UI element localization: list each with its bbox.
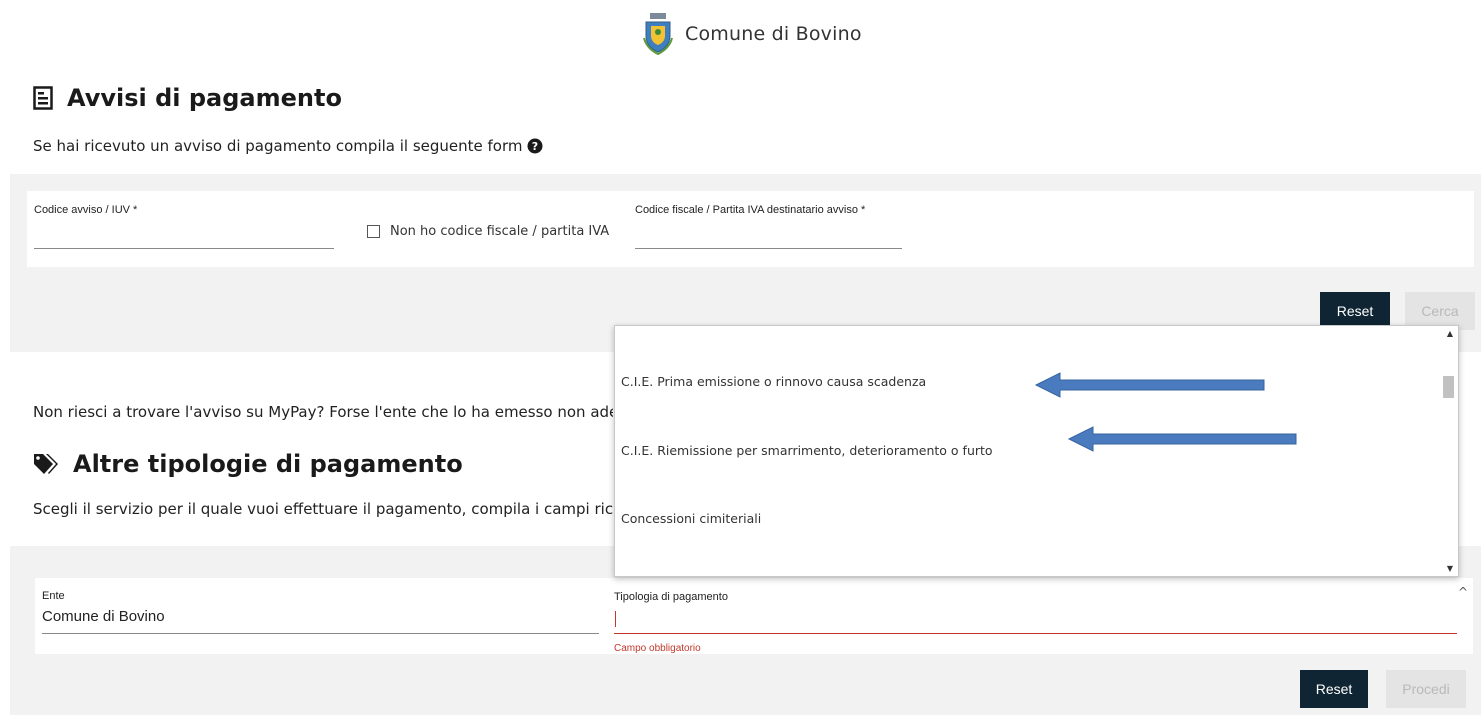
altre-description: Scegli il servizio per il quale vuoi eff…: [33, 500, 613, 518]
svg-text:?: ?: [531, 140, 537, 153]
avvisi-description-text: Se hai ricevuto un avviso di pagamento c…: [33, 137, 523, 155]
scroll-up-arrow-icon[interactable]: ▲: [1447, 329, 1453, 338]
coat-of-arms-icon: [643, 13, 673, 56]
required-error: Campo obbligatorio: [614, 643, 701, 654]
chevron-up-icon[interactable]: ^: [1458, 585, 1468, 599]
ente-select[interactable]: Comune di Bovino: [42, 606, 599, 634]
altre-reset-button[interactable]: Reset: [1300, 670, 1368, 708]
header-brand: Comune di Bovino: [641, 12, 862, 56]
proceed-button[interactable]: Procedi: [1386, 670, 1466, 708]
document-icon: [33, 86, 53, 110]
no-cf-checkbox[interactable]: [367, 225, 380, 238]
tipologia-select[interactable]: [614, 608, 1457, 634]
no-cf-label: Non ho codice fiscale / partita IVA: [390, 224, 610, 239]
iuv-input[interactable]: [34, 226, 334, 249]
dropdown-scrollbar[interactable]: ▲ ▼: [1440, 326, 1458, 576]
altre-title-text: Altre tipologie di pagamento: [73, 450, 463, 478]
text-cursor: [615, 611, 616, 627]
ente-label: Ente: [42, 590, 65, 602]
altre-title: Altre tipologie di pagamento: [33, 450, 463, 478]
dropdown-option[interactable]: C.I.E. Prima emissione o rinnovo causa s…: [621, 374, 926, 389]
annotation-arrow-icon: [1034, 372, 1265, 398]
tipologia-label: Tipologia di pagamento: [614, 591, 728, 603]
tags-icon: [34, 454, 58, 474]
dropdown-option[interactable]: C.I.E. Riemissione per smarrimento, dete…: [621, 443, 993, 458]
no-cf-checkbox-row[interactable]: Non ho codice fiscale / partita IVA: [367, 224, 609, 239]
scroll-thumb[interactable]: [1443, 376, 1454, 398]
avvisi-title: Avvisi di pagamento: [33, 84, 342, 112]
tipologia-dropdown[interactable]: C.I.E. Prima emissione o rinnovo causa s…: [614, 325, 1459, 577]
cf-input[interactable]: [635, 226, 902, 249]
annotation-arrow-icon: [1067, 426, 1297, 452]
dropdown-option[interactable]: Concessioni cimiteriali: [621, 511, 761, 526]
scroll-down-arrow-icon[interactable]: ▼: [1447, 564, 1453, 573]
avvisi-title-text: Avvisi di pagamento: [67, 84, 342, 112]
not-found-text: Non riesci a trovare l'avviso su MyPay? …: [33, 403, 613, 421]
entity-name: Comune di Bovino: [685, 23, 862, 45]
iuv-label: Codice avviso / IUV *: [34, 204, 138, 216]
avvisi-description: Se hai ricevuto un avviso di pagamento c…: [33, 137, 543, 155]
question-circle-icon[interactable]: ?: [527, 138, 543, 154]
cf-label: Codice fiscale / Partita IVA destinatari…: [635, 204, 866, 216]
